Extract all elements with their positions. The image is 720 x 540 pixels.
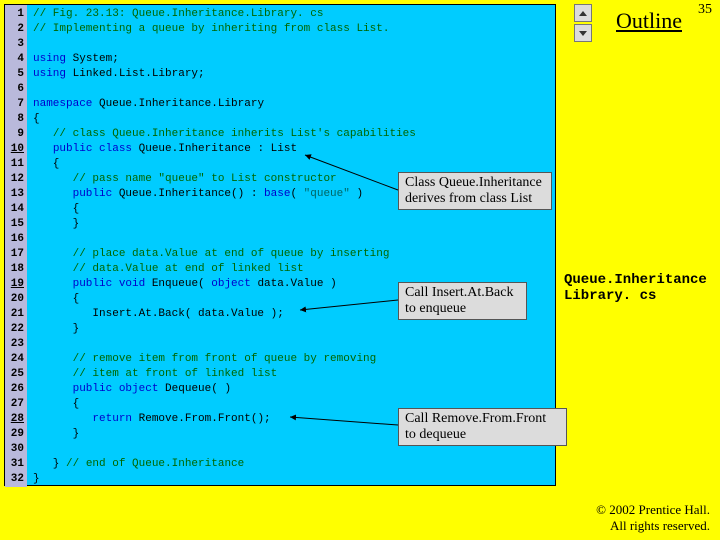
code-line: using System; xyxy=(33,52,416,67)
callout-inheritance: Class Queue.Inheritance derives from cla… xyxy=(398,172,552,210)
line-number: 32 xyxy=(5,472,27,487)
code-line: { xyxy=(33,157,416,172)
line-number: 19 xyxy=(5,277,27,292)
code-listing: // Fig. 23.13: Queue.Inheritance.Library… xyxy=(33,7,416,487)
code-line: // pass name "queue" to List constructor xyxy=(33,172,416,187)
code-line: // data.Value at end of linked list xyxy=(33,262,416,277)
code-line: public class Queue.Inheritance : List xyxy=(33,142,416,157)
code-line: public Queue.Inheritance() : base( "queu… xyxy=(33,187,416,202)
line-number: 23 xyxy=(5,337,27,352)
line-number: 31 xyxy=(5,457,27,472)
line-number-gutter: 1234567891011121314151617181920212223242… xyxy=(5,5,27,487)
code-line: } xyxy=(33,427,416,442)
line-number: 8 xyxy=(5,112,27,127)
line-number: 11 xyxy=(5,157,27,172)
line-number: 26 xyxy=(5,382,27,397)
code-line: } xyxy=(33,322,416,337)
line-number: 7 xyxy=(5,97,27,112)
line-number: 25 xyxy=(5,367,27,382)
line-number: 18 xyxy=(5,262,27,277)
line-number: 22 xyxy=(5,322,27,337)
line-number: 21 xyxy=(5,307,27,322)
line-number: 29 xyxy=(5,427,27,442)
line-number: 4 xyxy=(5,52,27,67)
line-number: 16 xyxy=(5,232,27,247)
code-line xyxy=(33,337,416,352)
code-line: // remove item from front of queue by re… xyxy=(33,352,416,367)
line-number: 5 xyxy=(5,67,27,82)
code-line: } // end of Queue.Inheritance xyxy=(33,457,416,472)
code-line: { xyxy=(33,397,416,412)
outline-heading: Outline xyxy=(616,8,682,34)
line-number: 13 xyxy=(5,187,27,202)
scroll-down-icon[interactable] xyxy=(574,24,592,42)
line-number: 14 xyxy=(5,202,27,217)
line-number: 28 xyxy=(5,412,27,427)
code-line: return Remove.From.Front(); xyxy=(33,412,416,427)
callout-dequeue: Call Remove.From.Front to dequeue xyxy=(398,408,567,446)
code-line: { xyxy=(33,202,416,217)
line-number: 30 xyxy=(5,442,27,457)
line-number: 3 xyxy=(5,37,27,52)
line-number: 20 xyxy=(5,292,27,307)
line-number: 2 xyxy=(5,22,27,37)
line-number: 9 xyxy=(5,127,27,142)
slide: 1234567891011121314151617181920212223242… xyxy=(0,0,720,540)
code-line: // place data.Value at end of queue by i… xyxy=(33,247,416,262)
code-line xyxy=(33,37,416,52)
code-line: public void Enqueue( object data.Value ) xyxy=(33,277,416,292)
code-line: public object Dequeue( ) xyxy=(33,382,416,397)
code-line: // item at front of linked list xyxy=(33,367,416,382)
code-line xyxy=(33,82,416,97)
code-line: // class Queue.Inheritance inherits List… xyxy=(33,127,416,142)
line-number: 15 xyxy=(5,217,27,232)
code-line: Insert.At.Back( data.Value ); xyxy=(33,307,416,322)
page-number: 35 xyxy=(698,2,712,18)
code-line: using Linked.List.Library; xyxy=(33,67,416,82)
copyright: © 2002 Prentice Hall. All rights reserve… xyxy=(596,502,710,534)
line-number: 6 xyxy=(5,82,27,97)
line-number: 12 xyxy=(5,172,27,187)
line-number: 27 xyxy=(5,397,27,412)
line-number: 17 xyxy=(5,247,27,262)
code-line xyxy=(33,442,416,457)
line-number: 24 xyxy=(5,352,27,367)
code-line: // Implementing a queue by inheriting fr… xyxy=(33,22,416,37)
code-line: } xyxy=(33,217,416,232)
code-line: } xyxy=(33,472,416,487)
code-line xyxy=(33,232,416,247)
code-line: namespace Queue.Inheritance.Library xyxy=(33,97,416,112)
scroll-up-icon[interactable] xyxy=(574,4,592,22)
code-line: { xyxy=(33,292,416,307)
code-line: { xyxy=(33,112,416,127)
code-line: // Fig. 23.13: Queue.Inheritance.Library… xyxy=(33,7,416,22)
line-number: 10 xyxy=(5,142,27,157)
callout-enqueue: Call Insert.At.Back to enqueue xyxy=(398,282,527,320)
line-number: 1 xyxy=(5,7,27,22)
filename-label: Queue.Inheritance Library. cs xyxy=(564,272,707,304)
